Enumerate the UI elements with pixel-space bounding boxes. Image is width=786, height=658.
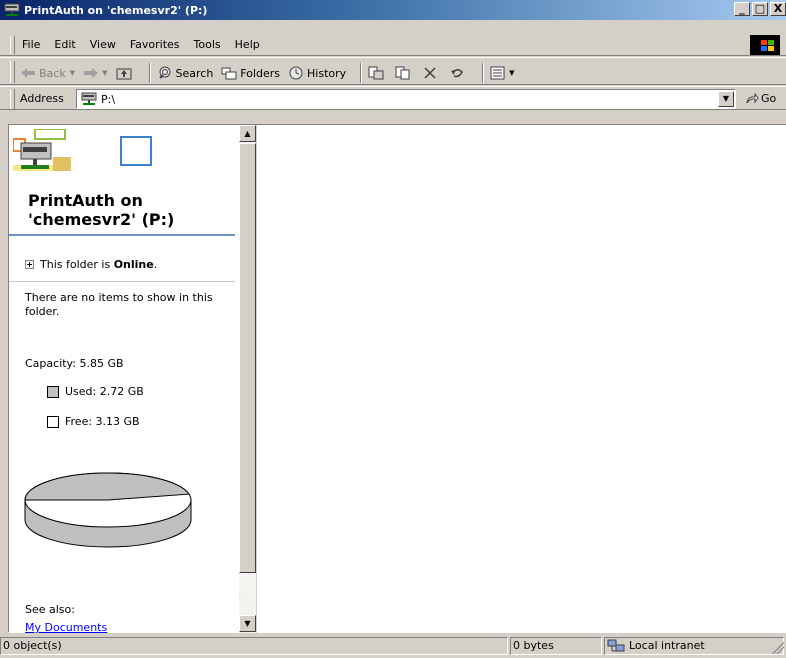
capacity-text: Capacity: 5.85 GB <box>25 357 124 370</box>
folder-title-line2: 'chemesvr2' (P:) <box>28 210 175 229</box>
menu-file[interactable]: File <box>22 38 40 51</box>
menu-edit[interactable]: Edit <box>54 38 75 51</box>
disk-usage-pie <box>24 472 192 548</box>
web-view-pane: PrintAuth on 'chemesvr2' (P:) This folde… <box>9 125 239 633</box>
copy-to-button[interactable] <box>395 66 414 80</box>
folders-label: Folders <box>240 66 281 80</box>
search-icon <box>157 66 173 80</box>
folder-title-line1: PrintAuth on <box>28 191 143 210</box>
standard-toolbar: Back ▼ ▼ Search Folders History ▼ <box>0 57 786 85</box>
window-title: PrintAuth on 'chemesvr2' (P:) <box>24 3 208 17</box>
toolbar-separator <box>482 63 485 83</box>
search-button[interactable]: Search <box>157 66 214 80</box>
maximize-button[interactable]: □ <box>752 2 768 16</box>
free-swatch <box>47 415 59 428</box>
address-bar: Address P:\ ▼ Go <box>0 86 786 110</box>
forward-dropdown-icon[interactable]: ▼ <box>102 69 107 77</box>
toolbar-separator <box>360 63 363 83</box>
file-list-view[interactable] <box>256 125 786 633</box>
network-drive-icon <box>80 92 98 106</box>
address-value: P:\ <box>101 92 116 106</box>
main-content: PrintAuth on 'chemesvr2' (P:) This folde… <box>8 124 786 633</box>
online-prefix: This folder is <box>40 258 114 271</box>
up-folder-icon <box>116 66 132 80</box>
back-button[interactable]: Back ▼ <box>20 66 75 80</box>
delete-button[interactable] <box>422 66 441 80</box>
move-to-icon <box>368 66 384 80</box>
online-suffix: . <box>153 258 158 271</box>
menu-help[interactable]: Help <box>235 38 260 51</box>
copy-to-icon <box>395 66 411 80</box>
free-legend: Free: 3.13 GB <box>47 415 140 428</box>
local-intranet-icon <box>607 639 625 653</box>
undo-icon <box>449 66 465 80</box>
resize-grip[interactable] <box>772 642 784 654</box>
menu-favorites[interactable]: Favorites <box>130 38 180 51</box>
expand-plus-icon[interactable] <box>25 260 34 269</box>
status-size: 0 bytes <box>510 637 602 655</box>
address-input[interactable]: P:\ ▼ <box>76 89 736 109</box>
close-button[interactable]: X <box>770 2 786 16</box>
used-label: Used: 2.72 GB <box>65 385 144 398</box>
up-folder-button[interactable] <box>116 66 135 80</box>
network-drive-icon <box>4 3 20 17</box>
back-dropdown-icon[interactable]: ▼ <box>70 69 75 77</box>
status-object-count: 0 object(s) <box>0 637 508 655</box>
history-label: History <box>307 66 347 80</box>
forward-button[interactable]: ▼ <box>83 66 108 80</box>
toolbar-separator <box>148 63 151 83</box>
see-also-label: See also: <box>25 603 75 616</box>
see-also-link[interactable]: My Documents <box>25 621 107 633</box>
views-button[interactable]: ▼ <box>490 66 515 80</box>
divider <box>9 281 235 282</box>
go-button[interactable]: Go <box>745 92 776 105</box>
scroll-down-button[interactable]: ▼ <box>239 615 256 632</box>
address-label: Address <box>20 92 64 105</box>
scroll-thumb[interactable] <box>239 143 256 573</box>
scroll-up-button[interactable]: ▲ <box>239 125 256 142</box>
status-bar: 0 object(s) 0 bytes Local intranet <box>0 634 786 656</box>
folders-icon <box>221 66 237 80</box>
menu-bar: File Edit View Favorites Tools Help <box>0 34 786 56</box>
undo-button[interactable] <box>449 66 468 80</box>
vertical-scrollbar[interactable]: ▲ ▼ <box>239 125 256 633</box>
zone-label: Local intranet <box>629 639 705 652</box>
folder-banner-graphic <box>12 128 153 189</box>
used-legend: Used: 2.72 GB <box>47 385 144 398</box>
go-label: Go <box>761 92 777 105</box>
search-label: Search <box>175 66 214 80</box>
views-icon <box>490 66 506 80</box>
delete-x-icon <box>422 66 438 80</box>
menu-view[interactable]: View <box>90 38 116 51</box>
back-label: Back <box>39 66 66 80</box>
folders-button[interactable]: Folders <box>221 66 280 80</box>
move-to-button[interactable] <box>368 66 387 80</box>
title-divider <box>9 234 235 236</box>
status-zone: Local intranet <box>604 637 784 655</box>
history-button[interactable]: History <box>288 66 346 80</box>
address-dropdown-button[interactable]: ▼ <box>718 91 734 107</box>
used-swatch <box>47 385 59 398</box>
go-arrow-icon <box>745 92 759 105</box>
views-dropdown-icon[interactable]: ▼ <box>509 69 514 77</box>
empty-folder-message: There are no items to show in this folde… <box>25 291 213 318</box>
windows-logo-icon <box>750 35 780 55</box>
forward-arrow-icon <box>83 66 99 80</box>
pie-top-used <box>24 472 190 501</box>
explorer-window: PrintAuth on 'chemesvr2' (P:) _ □ X File… <box>0 0 786 658</box>
menu-tools[interactable]: Tools <box>194 38 221 51</box>
minimize-button[interactable]: _ <box>734 2 750 16</box>
back-arrow-icon <box>20 66 36 80</box>
online-status-row[interactable]: This folder is Online . <box>25 258 157 271</box>
free-label: Free: 3.13 GB <box>65 415 140 428</box>
history-icon <box>288 66 304 80</box>
folder-title: PrintAuth on 'chemesvr2' (P:) <box>28 191 174 229</box>
online-status: Online <box>113 258 154 271</box>
title-bar[interactable]: PrintAuth on 'chemesvr2' (P:) _ □ X <box>0 0 786 20</box>
